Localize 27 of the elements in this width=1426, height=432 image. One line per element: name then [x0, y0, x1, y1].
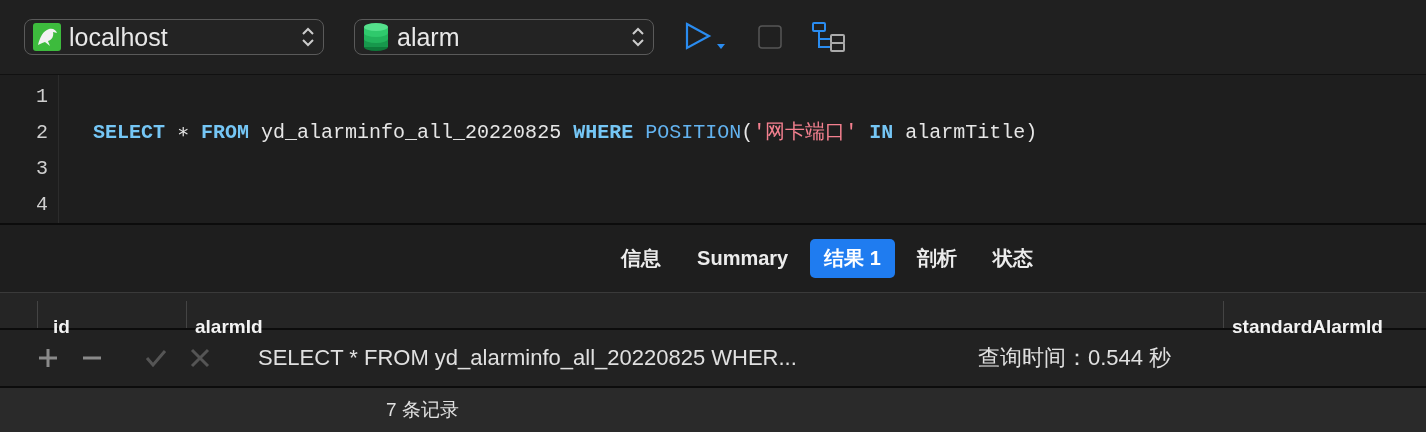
code-line: SELECT ∗ FROM yd_alarminfo_all_20220825 WHERE POSITION('网卡端口' IN alarmTitle): [93, 120, 1038, 146]
stepper-icon: [631, 26, 645, 48]
schema-icon[interactable]: [812, 22, 846, 52]
line-number: 4: [36, 193, 48, 216]
run-icon[interactable]: [684, 22, 728, 52]
query-text: SELECT * FROM yd_alarminfo_all_20220825 WHER...: [258, 345, 798, 371]
database-icon: [363, 22, 389, 52]
close-icon: [189, 347, 211, 369]
result-tab[interactable]: Summary: [683, 241, 803, 276]
plus-icon: [37, 347, 59, 369]
minus-icon: [81, 356, 103, 360]
result-tab[interactable]: 结果 1: [810, 239, 895, 278]
stepper-icon: [301, 26, 315, 48]
result-tab[interactable]: 信息: [607, 239, 676, 278]
line-number: 2: [36, 121, 48, 144]
database-select[interactable]: alarm: [354, 19, 654, 55]
line-number: 1: [36, 85, 48, 108]
query-time: 查询时间：0.544 秒: [978, 344, 1172, 372]
check-icon: [145, 347, 167, 369]
column-header[interactable]: alarmId: [195, 316, 263, 337]
result-tab[interactable]: 剖析: [902, 239, 971, 278]
line-number: 3: [36, 157, 48, 180]
column-header[interactable]: id: [53, 316, 70, 337]
connection-select[interactable]: localhost: [24, 19, 324, 55]
result-tab[interactable]: 状态: [978, 239, 1047, 278]
record-count: 7 条记录: [386, 398, 459, 422]
column-header[interactable]: standardAlarmId: [1232, 316, 1383, 337]
